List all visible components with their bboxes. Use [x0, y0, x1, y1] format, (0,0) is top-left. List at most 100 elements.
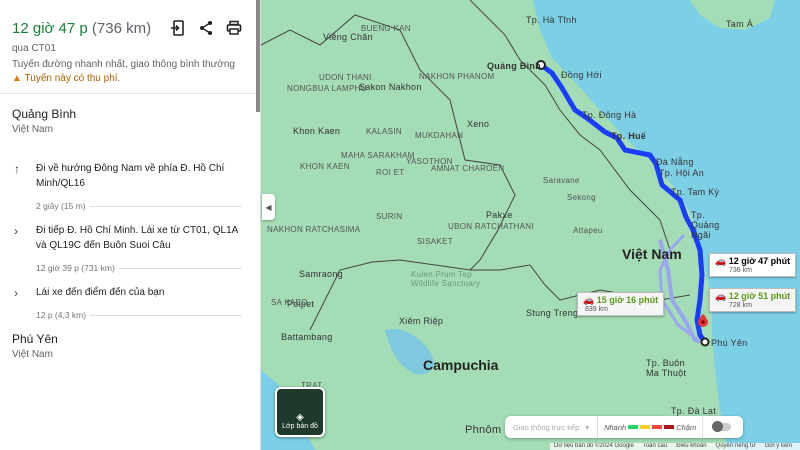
- map[interactable]: Viêng Chăn BUENG KAN UDON THANI NONGBUA …: [261, 0, 800, 450]
- map-label: Tp. Buôn Ma Thuột: [646, 358, 687, 378]
- caret-left-icon: ◀: [265, 202, 272, 212]
- chevron-right-icon[interactable]: ›: [14, 286, 18, 301]
- map-label: BUENG KAN: [361, 24, 411, 33]
- map-label: UBON RATCHATHANI: [448, 222, 534, 231]
- destination[interactable]: Phú Yên Việt Nam: [0, 332, 260, 360]
- route-callout-distance: 839 km: [585, 306, 608, 313]
- route-via: qua CT01: [12, 43, 56, 54]
- step-duration: 12 giờ 39 p (731 km): [0, 263, 260, 273]
- legend-swatch: [664, 425, 675, 429]
- map-label: Đồng Hới: [561, 70, 602, 80]
- map-label: Xeno: [467, 119, 490, 129]
- footer-link[interactable]: Toàn cầu: [643, 443, 667, 450]
- traffic-control: Giao thông trực tiếp ▾ Nhanh Chậm: [505, 416, 743, 438]
- legend-fast: Nhanh: [604, 422, 627, 432]
- traffic-select[interactable]: Giao thông trực tiếp ▾: [505, 416, 599, 438]
- traffic-select-value: Giao thông trực tiếp: [513, 422, 580, 432]
- map-label: Kulen Prum Tep Wildlife Sanctuary: [411, 270, 481, 288]
- traffic-legend: Nhanh Chậm: [598, 416, 704, 438]
- origin-country: Việt Nam: [12, 124, 53, 135]
- layers-label: Lớp bản đồ: [282, 423, 318, 430]
- map-label: Đà Nẵng: [656, 157, 694, 167]
- map-label: Attapeu: [573, 226, 603, 235]
- chevron-right-icon[interactable]: ›: [14, 224, 18, 239]
- arrow-up-icon: ↑: [14, 162, 20, 176]
- map-label: ROI ET: [376, 168, 405, 177]
- route-callout-duration: 🚗 12 giờ 47 phút: [715, 256, 791, 266]
- map-label: Tp. Tam Kỳ: [671, 187, 720, 197]
- route-callout-distance: 736 km: [729, 267, 752, 274]
- route-duration: 12 giờ 47 p: [12, 20, 88, 37]
- map-label: MUKDAHAN: [415, 131, 464, 140]
- layers-button[interactable]: ◈ Lớp bản đồ: [275, 387, 325, 437]
- destination-country: Việt Nam: [12, 349, 53, 360]
- share-icon[interactable]: [198, 20, 214, 36]
- map-label: Tp. Đông Hà: [582, 110, 637, 120]
- map-label: AMNAT CHAROEN: [431, 164, 505, 173]
- map-label: NONGBUA LAMPHU: [287, 84, 367, 93]
- route-callout-selected[interactable]: 🚗 12 giờ 47 phút 736 km: [709, 253, 797, 277]
- toll-warning: ▲ Tuyến này có thu phí.: [12, 73, 248, 84]
- legend-slow: Chậm: [676, 422, 697, 432]
- car-icon: 🚗: [715, 256, 727, 266]
- footer-link[interactable]: Quyền riêng tư: [716, 443, 756, 450]
- map-label: KHON KAEN: [300, 162, 350, 171]
- step-text: Đi tiếp Đ. Hồ Chí Minh. Lái xe từ CT01, …: [36, 225, 238, 251]
- map-label: Tp. Đà Lạt: [671, 406, 717, 416]
- route-distance: (736 km): [91, 20, 152, 37]
- map-label: Tp. Quảng Ngãi: [691, 210, 720, 240]
- map-label: Sakon Nakhon: [359, 82, 422, 92]
- map-footer: Dữ liệu bản đồ ©2024 Google Toàn cầu Điề…: [550, 443, 800, 450]
- map-label: Tp. Hội An: [659, 168, 705, 178]
- traffic-toggle[interactable]: [712, 421, 732, 432]
- map-label: KALASIN: [366, 127, 402, 136]
- direction-step[interactable]: ↑ Đi về hướng Đông Nam về phía Đ. Hồ Chí …: [0, 161, 260, 191]
- map-label: Viêng Chăn: [323, 32, 373, 42]
- divider: [90, 314, 242, 316]
- legend-swatch: [640, 425, 651, 429]
- destination-map-label[interactable]: Phú Yên: [711, 338, 747, 348]
- map-label: Xiêm Riệp: [399, 316, 444, 326]
- dropdown-caret-icon: ▾: [585, 422, 590, 432]
- map-label: Pakxe: [486, 210, 513, 220]
- route-summary: 12 giờ 47 p (736 km) qua CT01 Tuyến đườn…: [0, 0, 260, 94]
- step-duration-text: 12 p (4,3 km): [36, 310, 87, 320]
- divider: [89, 205, 242, 207]
- step-duration: 12 p (4,3 km): [0, 310, 260, 320]
- route-callout-alt[interactable]: 🚗 12 giờ 51 phút 728 km: [709, 288, 797, 312]
- print-icon[interactable]: [226, 20, 242, 36]
- map-label: NAKHON RATCHASIMA: [267, 225, 361, 234]
- footer-link[interactable]: Gửi ý kiến: [765, 443, 792, 450]
- toll-warning-text: Tuyến này có thu phí.: [24, 73, 121, 84]
- send-to-phone-icon[interactable]: [170, 20, 186, 36]
- step-duration: 2 giây (15 m): [0, 201, 260, 211]
- warning-icon: ▲: [12, 73, 22, 84]
- map-label: SISAKET: [417, 237, 453, 246]
- map-label: SURIN: [376, 212, 403, 221]
- footer-link[interactable]: Điều khoản: [676, 443, 706, 450]
- divider: [118, 267, 242, 269]
- legend-swatch: [628, 425, 639, 429]
- step-text: Lái xe đến điểm đến của bạn: [36, 287, 165, 298]
- origin[interactable]: Quảng Bình Việt Nam: [0, 107, 260, 135]
- map-label: Saravane: [543, 176, 580, 185]
- map-label: SA KAEO: [271, 298, 308, 307]
- route-callout-alt[interactable]: 🚗 15 giờ 16 phút 839 km: [577, 292, 665, 316]
- map-label: Khon Kaen: [293, 126, 341, 136]
- map-label: Battambang: [281, 332, 333, 342]
- collapse-panel-button[interactable]: ◀: [262, 194, 275, 220]
- map-label: Stung Treng: [526, 308, 579, 318]
- route-callout-duration: 🚗 15 giờ 16 phút: [583, 295, 659, 305]
- map-label: NAKHON PHANOM: [419, 72, 495, 81]
- car-icon: 🚗: [715, 291, 727, 301]
- origin-map-label[interactable]: Quảng Bình: [487, 61, 541, 71]
- map-label: Samraong: [299, 269, 343, 279]
- map-label: MAHA SARAKHAM: [341, 151, 415, 160]
- direction-step[interactable]: › Đi tiếp Đ. Hồ Chí Minh. Lái xe từ CT01,…: [0, 223, 260, 253]
- origin-name: Quảng Bình: [12, 107, 77, 121]
- direction-step[interactable]: › Lái xe đến điểm đến của bạn: [0, 285, 260, 300]
- map-label: Tp. Hà Tĩnh: [526, 15, 577, 25]
- scrollbar[interactable]: [256, 0, 260, 112]
- map-label: Sekong: [567, 193, 596, 202]
- map-label: UDON THANI: [319, 73, 372, 82]
